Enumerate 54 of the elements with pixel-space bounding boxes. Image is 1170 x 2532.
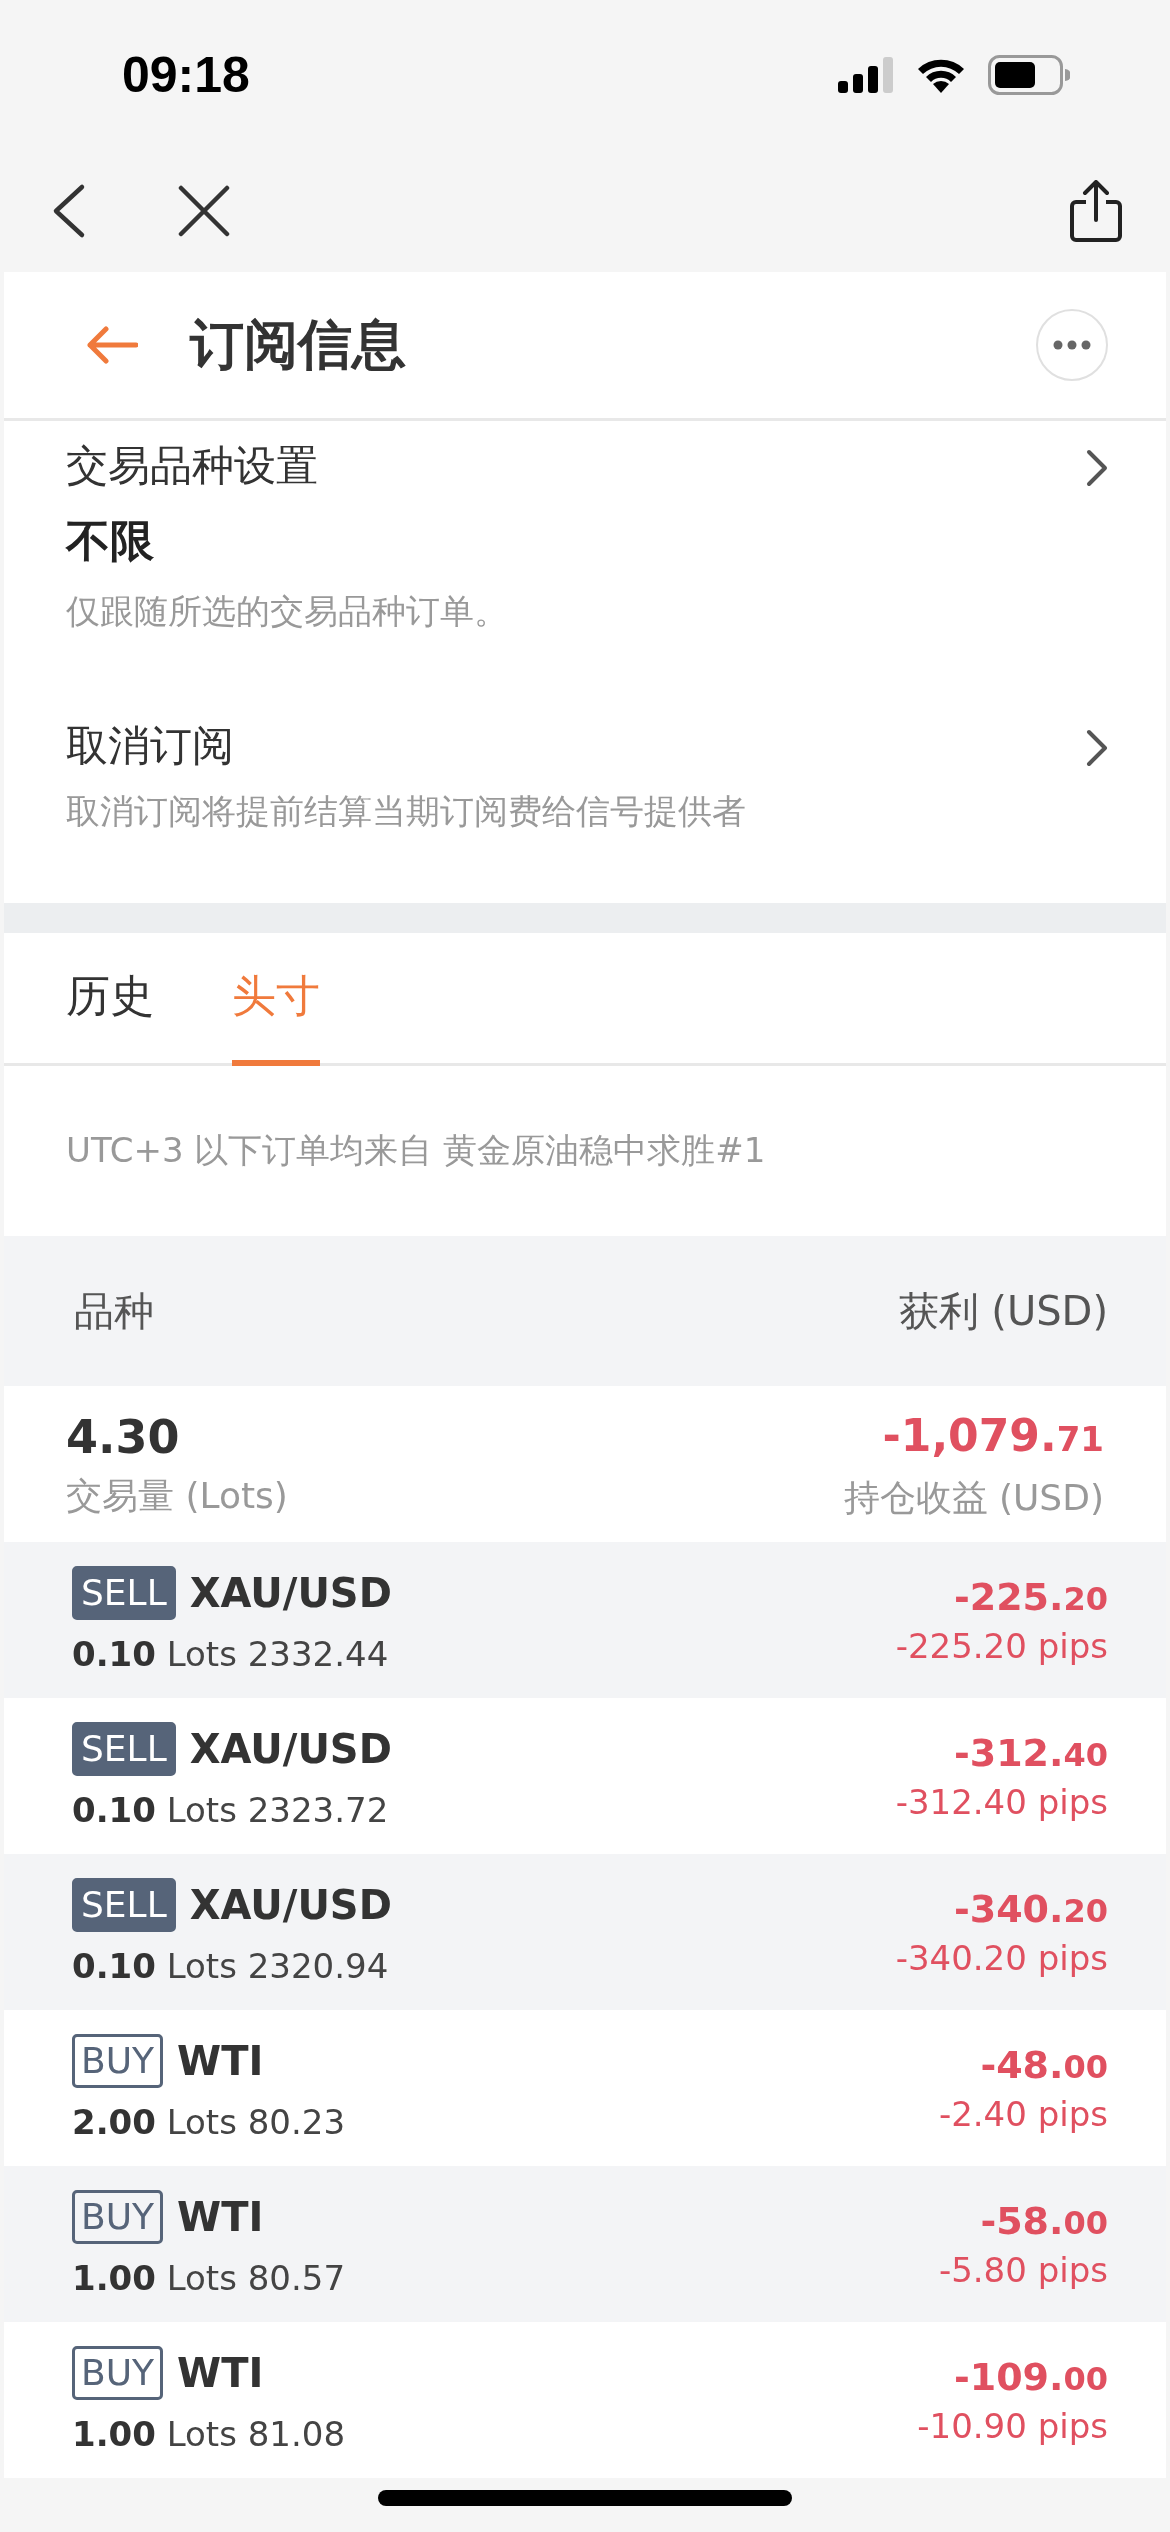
tab[interactable]: 历史	[66, 933, 154, 1066]
column-header: 品种	[74, 1286, 154, 1336]
setting-title[interactable]: 交易品种设置	[66, 431, 1086, 501]
lots-price-text: 2.00 Lots 80.23	[72, 2102, 346, 2142]
profit-amount: -48.00	[980, 2042, 1108, 2089]
page-title: 订阅信息	[190, 311, 407, 378]
profit-amount: -58.00	[980, 2198, 1108, 2245]
setting-hint: 仅跟随所选的交易品种订单。	[66, 590, 509, 633]
profit-amount: -340.20	[953, 1886, 1108, 1933]
status-time: 09:18	[122, 46, 250, 104]
signal-icon	[838, 57, 894, 93]
profit-amount: -109.00	[953, 2354, 1108, 2401]
pips-value: -340.20 pips	[895, 1937, 1108, 1980]
profit-amount: -312.40	[953, 1730, 1108, 1777]
setting-title[interactable]: 取消订阅	[66, 711, 1086, 781]
battery-icon	[988, 55, 1070, 95]
sell-tag: SELL	[72, 1722, 176, 1776]
more-icon	[1053, 340, 1091, 350]
symbol-label: WTI	[177, 2194, 264, 2240]
symbol-label: WTI	[177, 2350, 264, 2396]
pips-value: -5.80 pips	[938, 2249, 1108, 2292]
share-button[interactable]	[1070, 180, 1122, 242]
pips-value: -312.40 pips	[895, 1781, 1108, 1824]
buy-tag: BUY	[72, 2034, 164, 2088]
lots-price-text: 1.00 Lots 80.57	[72, 2258, 346, 2298]
pips-value: -225.20 pips	[895, 1625, 1108, 1668]
sell-tag: SELL	[72, 1566, 176, 1620]
chevron-right-icon[interactable]	[1086, 449, 1108, 487]
setting-value: 不限	[66, 514, 155, 568]
pips-value: -10.90 pips	[917, 2405, 1108, 2448]
profit-label: 持仓收益 (USD)	[843, 1475, 1104, 1520]
chevron-right-icon[interactable]	[1086, 729, 1108, 767]
symbol-label: XAU/USD	[189, 1570, 392, 1616]
buy-tag: BUY	[72, 2190, 164, 2244]
volume-label: 交易量 (Lots)	[66, 1474, 288, 1518]
lots-price-text: 1.00 Lots 81.08	[72, 2414, 346, 2454]
profit-amount: -225.20	[953, 1574, 1108, 1621]
volume-value: 4.30	[66, 1409, 181, 1466]
back-arrow-button[interactable]	[86, 325, 138, 365]
symbol-label: XAU/USD	[189, 1882, 392, 1928]
wifi-icon	[916, 57, 966, 93]
column-header: 获利 (USD)	[898, 1286, 1108, 1336]
info-text: UTC+3 以下订单均来自 黄金原油稳中求胜#1	[66, 1129, 766, 1172]
lots-price-text: 0.10 Lots 2323.72	[72, 1790, 390, 1830]
buy-tag: BUY	[72, 2346, 164, 2400]
lots-price-text: 0.10 Lots 2332.44	[72, 1634, 390, 1674]
symbol-label: WTI	[177, 2038, 264, 2084]
lots-price-text: 0.10 Lots 2320.94	[72, 1946, 390, 1986]
sell-tag: SELL	[72, 1878, 176, 1932]
setting-hint: 取消订阅将提前结算当期订阅费给信号提供者	[66, 790, 747, 833]
pips-value: -2.40 pips	[938, 2093, 1108, 2136]
profit-amount: -1,079.71	[882, 1408, 1104, 1463]
close-button[interactable]	[178, 185, 230, 237]
symbol-label: XAU/USD	[189, 1726, 392, 1772]
